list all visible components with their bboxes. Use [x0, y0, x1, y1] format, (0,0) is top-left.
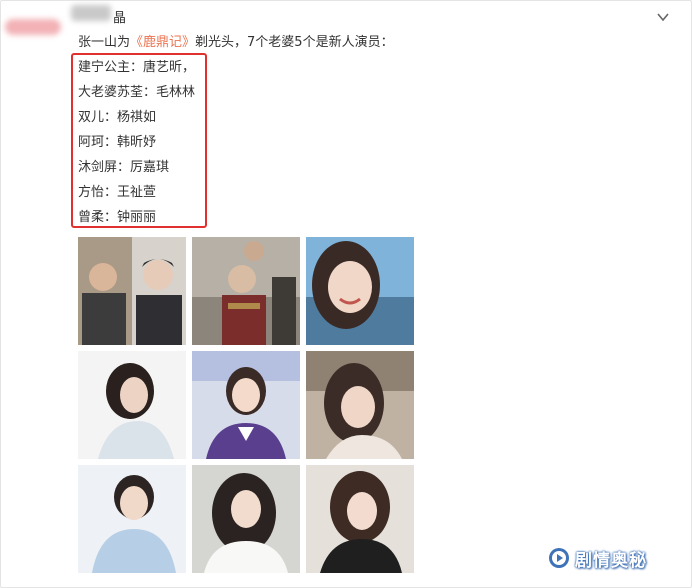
photo-short-hair-woman[interactable] — [78, 465, 186, 573]
cast-line: 阿珂：韩昕妤 — [78, 135, 157, 150]
play-circle-icon — [549, 548, 569, 568]
cast-line: 曾柔：钟丽丽 — [78, 210, 157, 225]
chevron-down-icon[interactable] — [656, 10, 670, 24]
cast-line: 方怡：王祉萱 — [78, 185, 157, 200]
cast-line: 大老婆苏荃：毛林林 — [78, 85, 196, 100]
photo-woman-portrait[interactable] — [78, 351, 186, 459]
author-name[interactable]: 晶 — [113, 7, 126, 26]
watermark: 剧情奥秘 — [547, 544, 647, 572]
photo-woman-selfie[interactable] — [306, 351, 414, 459]
photo-shaved-head-man[interactable] — [192, 237, 300, 345]
photo-flight-attendant[interactable] — [192, 351, 300, 459]
weibo-post-card: 晶 张一山为《鹿鼎记》剃光头，7个老婆5个是新人演员： 建宁公主：唐艺昕， 大老… — [0, 0, 692, 588]
cast-line: 沐剑屏：厉嘉琪 — [78, 160, 170, 175]
avatar[interactable] — [5, 19, 61, 35]
topic-link[interactable]: 《鹿鼎记》 — [130, 35, 195, 50]
watermark-text: 剧情奥秘 — [575, 550, 647, 571]
post-text: 张一山为《鹿鼎记》剃光头，7个老婆5个是新人演员： — [78, 34, 394, 52]
photo-woman-white-sweater[interactable] — [192, 465, 300, 573]
headline-suffix: 剃光头，7个老婆5个是新人演员： — [195, 35, 394, 50]
headline-prefix: 张一山为 — [78, 35, 131, 50]
author-name-blurred[interactable] — [71, 5, 111, 21]
cast-line: 建宁公主：唐艺昕， — [78, 60, 196, 75]
photo-two-men[interactable] — [78, 237, 186, 345]
photo-smiling-woman[interactable] — [306, 237, 414, 345]
cast-line: 双儿：杨祺如 — [78, 110, 157, 125]
photo-woman-black-top[interactable] — [306, 465, 414, 573]
